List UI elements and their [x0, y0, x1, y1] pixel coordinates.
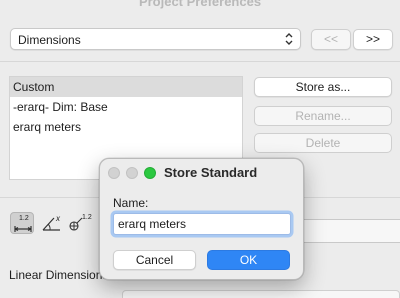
- window-title: Project Preferences: [138, 0, 262, 9]
- background-field: [122, 290, 400, 298]
- next-button[interactable]: >>: [353, 29, 393, 50]
- cancel-button[interactable]: Cancel: [113, 250, 196, 270]
- background-field: [300, 219, 400, 243]
- tool-label: x: [56, 214, 60, 223]
- angle-dimension-icon: [42, 217, 60, 231]
- minimize-button[interactable]: [126, 167, 138, 179]
- store-as-button[interactable]: Store as...: [254, 77, 392, 97]
- rename-button[interactable]: Rename...: [254, 106, 392, 126]
- section-popup[interactable]: Dimensions: [10, 28, 301, 50]
- level-dimension-tool[interactable]: 1.2: [68, 212, 92, 234]
- tool-label: 1.2: [19, 215, 29, 222]
- previous-button[interactable]: <<: [311, 29, 351, 50]
- separator: [0, 61, 400, 62]
- close-button[interactable]: [108, 167, 120, 179]
- name-input[interactable]: [113, 213, 291, 235]
- list-item[interactable]: Custom: [10, 77, 242, 97]
- angle-dimension-tool[interactable]: x: [40, 212, 64, 234]
- zoom-button[interactable]: [144, 167, 156, 179]
- updown-chevron-icon: [285, 33, 293, 45]
- linear-dimension-tool[interactable]: 1.2: [10, 212, 34, 234]
- list-item[interactable]: -erarq- Dim: Base: [10, 97, 242, 117]
- dialog-title: Store Standard: [164, 165, 258, 180]
- tool-label: 1.2: [82, 214, 92, 221]
- section-popup-label: Dimensions: [18, 33, 81, 47]
- list-item[interactable]: erarq meters: [10, 117, 242, 137]
- store-standard-dialog: Store Standard Name: Cancel OK: [99, 158, 304, 280]
- ok-button[interactable]: OK: [207, 250, 290, 270]
- name-label: Name:: [113, 196, 149, 210]
- linear-dimensions-label: Linear Dimensions: [9, 268, 109, 282]
- delete-button[interactable]: Delete: [254, 133, 392, 153]
